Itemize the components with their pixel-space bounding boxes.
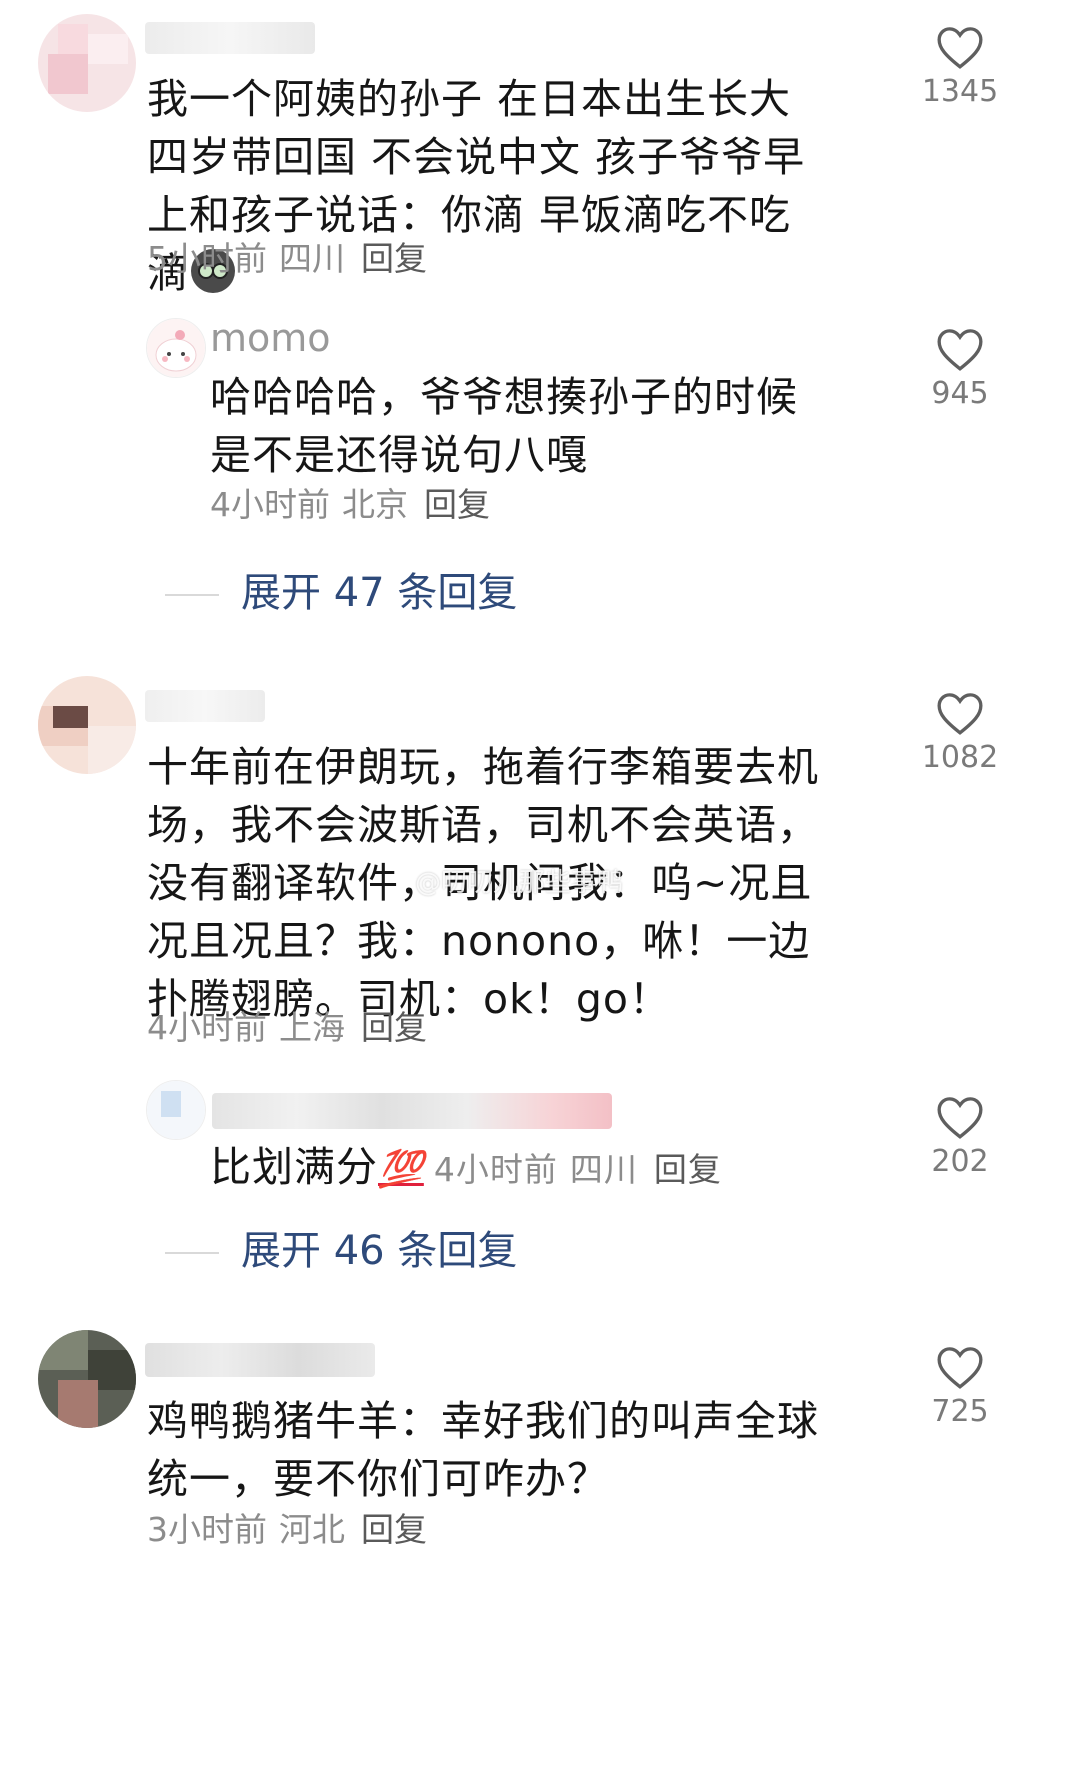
heart-icon: [937, 329, 983, 371]
reply-button[interactable]: 回复: [424, 485, 490, 524]
divider: [165, 1252, 219, 1254]
comment-meta: 5小时前 四川 回复: [147, 239, 427, 279]
heart-icon: [937, 693, 983, 735]
pixelated-avatar-icon: [38, 1330, 136, 1428]
reply-location: 北京: [342, 485, 408, 524]
like-button[interactable]: 1082: [900, 690, 1020, 775]
reply-button[interactable]: 回复: [361, 1008, 427, 1047]
hundred-points-icon: 💯: [378, 1149, 424, 1190]
avatar[interactable]: [38, 676, 136, 774]
reply-button[interactable]: 回复: [361, 1510, 427, 1549]
reply-time: 4小时前: [210, 485, 330, 524]
blurred-username: [145, 1343, 375, 1377]
comment-text: 鸡鸭鹅猪牛羊：幸好我们的叫声全球统一，要不你们可咋办？: [147, 1397, 819, 1503]
blurred-username: [212, 1093, 612, 1129]
reply-avatar[interactable]: [146, 1080, 206, 1140]
heart-icon: [937, 27, 983, 69]
reply-text: 哈哈哈哈，爷爷想揍孙子的时候是不是还得说句八嘎: [210, 373, 798, 479]
heart-icon: [937, 1347, 983, 1389]
like-button[interactable]: 1345: [900, 24, 1020, 109]
like-count: 725: [931, 1394, 989, 1429]
expand-replies-button[interactable]: 展开 47 条回复: [165, 560, 517, 618]
comment-location: 四川: [279, 239, 345, 278]
expand-label: 展开 46 条回复: [241, 1228, 518, 1274]
comment-meta: 3小时前 河北 回复: [147, 1510, 427, 1550]
avatar[interactable]: [38, 1330, 136, 1428]
reply-button[interactable]: 回复: [361, 239, 427, 278]
like-count: 1082: [921, 740, 999, 775]
blurred-username: [145, 22, 315, 54]
heart-icon: [937, 1097, 983, 1139]
comment-location: 上海: [279, 1008, 345, 1047]
comment-location: 河北: [279, 1510, 345, 1549]
watermark: @叨叨儿那些事鸭: [415, 868, 624, 898]
like-count: 1345: [921, 74, 999, 109]
comment-time: 5小时前: [147, 239, 267, 278]
reply-location: 四川: [569, 1150, 638, 1189]
pixelated-avatar-icon: [147, 1081, 205, 1139]
like-button[interactable]: 945: [900, 326, 1020, 411]
comment-meta: 4小时前 上海 回复: [147, 1008, 427, 1048]
reply-avatar[interactable]: [146, 318, 206, 378]
avatar[interactable]: [38, 14, 136, 112]
comment-time: 4小时前: [147, 1008, 267, 1047]
expand-label: 展开 47 条回复: [241, 570, 518, 616]
divider: [165, 594, 219, 596]
like-count: 945: [931, 376, 989, 411]
reply-text: 比划满分💯 4小时前 四川 回复: [210, 1138, 810, 1199]
pixelated-avatar-icon: [38, 14, 136, 112]
like-button[interactable]: 725: [900, 1344, 1020, 1429]
pixelated-avatar-icon: [38, 676, 136, 774]
comment-time: 3小时前: [147, 1510, 267, 1549]
expand-replies-button[interactable]: 展开 46 条回复: [165, 1218, 517, 1276]
blurred-username: [145, 690, 265, 722]
like-button[interactable]: 202: [900, 1094, 1020, 1179]
reply-meta: 4小时前 北京 回复: [210, 485, 490, 525]
reply-username[interactable]: momo: [210, 316, 331, 360]
reply-time: 4小时前: [433, 1150, 558, 1189]
reply-button[interactable]: 回复: [654, 1150, 722, 1189]
bunny-avatar-icon: [147, 319, 205, 377]
like-count: 202: [931, 1144, 989, 1179]
